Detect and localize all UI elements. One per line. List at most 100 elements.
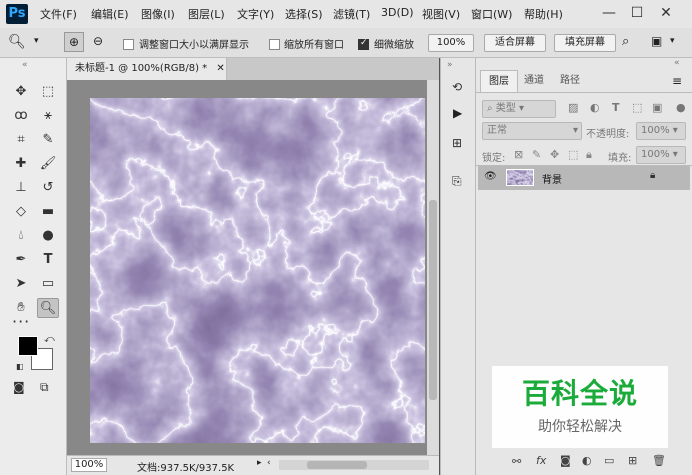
screen-mode-icon[interactable]: ⧉: [40, 380, 49, 395]
lock-image-icon[interactable]: ✎: [532, 148, 541, 161]
zoom-all-checkbox[interactable]: [269, 37, 280, 50]
panel-collapse-icon[interactable]: «: [674, 58, 680, 68]
new-layer-icon[interactable]: ⊞: [628, 454, 637, 467]
eraser-tool-icon[interactable]: ◇: [10, 202, 32, 222]
layer-thumbnail: [506, 169, 534, 186]
filter-smart-object-icon[interactable]: ▣: [652, 101, 662, 114]
marquee-tool-icon[interactable]: ⬚: [37, 82, 59, 102]
fx-icon[interactable]: fx: [536, 454, 546, 467]
adjustment-layer-icon[interactable]: ◐: [582, 454, 592, 467]
menu-view[interactable]: 视图(V): [422, 6, 460, 22]
actions-panel-icon[interactable]: ▶: [453, 106, 462, 120]
close-icon[interactable]: ✕: [216, 63, 224, 74]
filter-pixel-icon[interactable]: ▨: [568, 101, 578, 114]
menu-file[interactable]: 文件(F): [40, 6, 77, 22]
properties-panel-icon[interactable]: ⊞: [452, 136, 462, 150]
tab-layers[interactable]: 图层: [480, 70, 518, 92]
layer-kind-filter[interactable]: ⌕ 类型 ▾: [482, 100, 556, 118]
fit-screen-button[interactable]: 适合屏幕: [484, 34, 546, 52]
lock-all-icon[interactable]: 🔒︎: [586, 148, 592, 162]
zoom-tool-icon[interactable]: 🔍︎: [37, 298, 59, 318]
gradient-tool-icon[interactable]: ▬: [37, 202, 59, 222]
add-mask-icon[interactable]: ◙: [560, 454, 571, 467]
brush-tool-icon[interactable]: 🖌︎: [37, 154, 59, 174]
minimize-button[interactable]: —: [598, 3, 620, 23]
workspace-icon[interactable]: ▣: [651, 34, 662, 48]
quick-mask-icon[interactable]: ◙: [13, 380, 25, 394]
lock-transparent-icon[interactable]: ⊠: [514, 148, 523, 161]
menu-layer[interactable]: 图层(L): [188, 6, 225, 22]
lock-artboard-icon[interactable]: ⬚: [568, 148, 578, 161]
zoom-out-icon[interactable]: ⊖: [88, 32, 108, 52]
watermark-title: 百科全说: [521, 377, 638, 410]
zoom-level-field[interactable]: 100%: [71, 458, 107, 472]
layer-name: 背景: [542, 175, 562, 186]
path-selection-icon[interactable]: ➤: [10, 274, 32, 294]
history-brush-icon[interactable]: ↺: [37, 178, 59, 198]
fill-screen-button[interactable]: 填充屏幕: [554, 34, 616, 52]
crop-tool-icon[interactable]: ⌗: [10, 130, 32, 150]
search-icon[interactable]: ⌕: [622, 34, 629, 49]
link-layers-icon[interactable]: ⚯: [512, 455, 521, 468]
toolbox-collapse-icon[interactable]: «: [22, 60, 28, 70]
close-button[interactable]: ✕: [655, 3, 677, 23]
menu-3d[interactable]: 3D(D): [381, 6, 414, 19]
filter-shape-icon[interactable]: ⬚: [632, 101, 642, 114]
rectangle-tool-icon[interactable]: ▭: [37, 274, 59, 294]
dodge-tool-icon[interactable]: ●: [37, 226, 59, 246]
filter-type-icon[interactable]: T: [612, 101, 620, 114]
status-arrow-icon[interactable]: ▸: [257, 458, 262, 468]
dock-collapse-icon[interactable]: »: [447, 60, 453, 70]
blur-tool-icon[interactable]: 💧︎: [10, 226, 32, 246]
opacity-value: 100%: [641, 125, 670, 136]
tab-paths[interactable]: 路径: [552, 70, 588, 92]
default-colors-icon[interactable]: ◧: [16, 362, 24, 371]
menu-help[interactable]: 帮助(H): [524, 6, 563, 22]
type-tool-icon[interactable]: T: [37, 250, 59, 270]
filter-adjustment-icon[interactable]: ◐: [590, 101, 600, 114]
fill-field[interactable]: 100% ▾: [636, 146, 686, 164]
document-tab[interactable]: 未标题-1 @ 100%(RGB/8) * ✕: [67, 58, 227, 80]
zoom-in-icon[interactable]: ⊕: [64, 32, 84, 52]
visibility-eye-icon[interactable]: 👁︎: [484, 171, 497, 182]
move-tool-icon[interactable]: ✥: [10, 82, 32, 102]
menu-filter[interactable]: 滤镜(T): [333, 6, 370, 22]
scrubby-zoom-checkbox[interactable]: [358, 37, 369, 50]
history-panel-icon[interactable]: ⟲: [452, 80, 462, 94]
chevron-down-icon[interactable]: ▾: [34, 36, 39, 46]
filter-toggle-icon[interactable]: ●: [676, 101, 686, 114]
panel-menu-icon[interactable]: ≡: [672, 74, 682, 88]
eyedropper-icon[interactable]: ✎: [37, 130, 59, 150]
pen-tool-icon[interactable]: ✒: [10, 250, 32, 270]
scroll-left-icon[interactable]: ‹: [267, 458, 271, 468]
lock-position-icon[interactable]: ✥: [550, 148, 559, 161]
tab-channels[interactable]: 通道: [516, 70, 552, 92]
status-bar: 100% 文档:937.5K/937.5K ▸ ‹: [67, 455, 439, 475]
zoom-tool-icon[interactable]: 🔍︎: [8, 34, 26, 50]
resize-windows-checkbox[interactable]: [123, 37, 134, 50]
new-group-icon[interactable]: ▭: [604, 454, 614, 467]
menu-select[interactable]: 选择(S): [285, 6, 323, 22]
blend-mode-select[interactable]: 正常 ▾: [482, 122, 582, 140]
opacity-field[interactable]: 100% ▾: [636, 122, 686, 140]
vertical-scroll-thumb[interactable]: [429, 200, 437, 400]
magic-wand-icon[interactable]: ⚹: [37, 106, 59, 126]
menu-image[interactable]: 图像(I): [141, 6, 175, 22]
clone-stamp-icon[interactable]: ⊥: [10, 178, 32, 198]
percent-100-button[interactable]: 100%: [428, 34, 474, 52]
menu-window[interactable]: 窗口(W): [471, 6, 512, 22]
foreground-color-swatch[interactable]: [18, 336, 38, 356]
workspace-chevron-icon[interactable]: ▾: [670, 36, 675, 46]
adjustments-panel-icon[interactable]: ⎘: [452, 174, 462, 189]
swap-colors-icon[interactable]: ⤺: [44, 334, 55, 345]
horizontal-scroll-thumb[interactable]: [307, 461, 367, 469]
edit-toolbar-icon[interactable]: ···: [12, 312, 30, 331]
canvas-image[interactable]: [90, 98, 425, 443]
healing-brush-icon[interactable]: ✚: [10, 154, 32, 174]
menu-edit[interactable]: 编辑(E): [91, 6, 129, 22]
collapsed-panel-dock: » ⟲ ▶ ⊞ ⎘: [440, 58, 476, 475]
menu-type[interactable]: 文字(Y): [237, 6, 274, 22]
maximize-button[interactable]: ☐: [626, 3, 648, 23]
lasso-tool-icon[interactable]: ꝏ: [10, 106, 32, 126]
delete-layer-icon[interactable]: 🗑︎: [652, 454, 666, 467]
